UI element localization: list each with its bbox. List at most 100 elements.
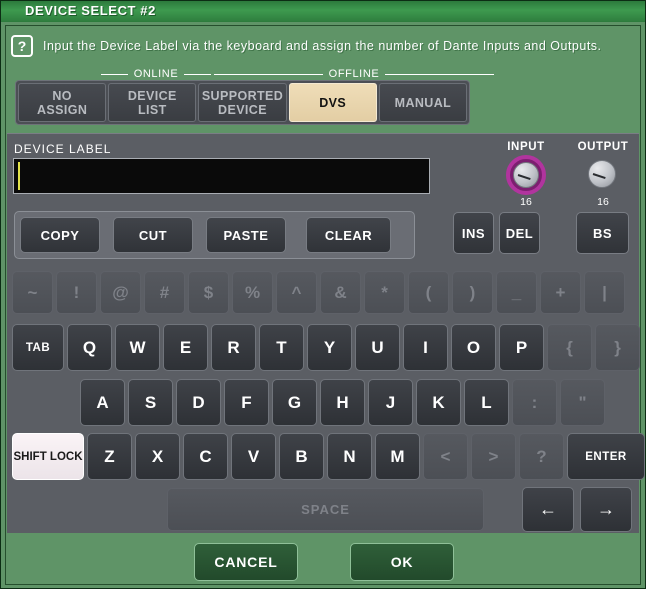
tab-no-assign-line1: NO xyxy=(52,88,72,103)
key-m[interactable]: M xyxy=(375,433,420,480)
ok-button[interactable]: OK xyxy=(350,543,454,581)
question-mark-icon: ? xyxy=(11,35,33,57)
key-o[interactable]: O xyxy=(451,324,496,371)
tab-manual-line1: MANUAL xyxy=(394,95,452,110)
group-label-online: ONLINE xyxy=(101,67,211,81)
key-k[interactable]: K xyxy=(416,379,461,426)
key-percent[interactable]: % xyxy=(232,271,273,314)
key-u[interactable]: U xyxy=(355,324,400,371)
key-g[interactable]: G xyxy=(272,379,317,426)
group-label-offline: OFFLINE xyxy=(214,67,494,81)
key-j[interactable]: J xyxy=(368,379,413,426)
tab-no-assign[interactable]: NO ASSIGN xyxy=(18,83,107,122)
backspace-button[interactable]: BS xyxy=(576,212,629,254)
output-knob-pointer xyxy=(592,173,606,179)
output-count-knob-group[interactable]: OUTPUT 16 xyxy=(575,141,631,208)
tab-device-list[interactable]: DEVICE LIST xyxy=(108,83,197,122)
key-caret[interactable]: ^ xyxy=(276,271,317,314)
input-knob-label: INPUT xyxy=(507,141,545,153)
cancel-button[interactable]: CANCEL xyxy=(194,543,298,581)
cut-button[interactable]: CUT xyxy=(113,217,193,253)
key-tab[interactable]: TAB xyxy=(12,324,64,371)
tab-supported-device-line1: SUPPORTED xyxy=(201,88,284,103)
key-d[interactable]: D xyxy=(176,379,221,426)
input-knob-pointer xyxy=(517,174,531,180)
clear-button[interactable]: CLEAR xyxy=(306,217,391,253)
tab-no-assign-line2: ASSIGN xyxy=(36,102,88,117)
key-n[interactable]: N xyxy=(327,433,372,480)
cursor-right-icon[interactable]: → xyxy=(580,487,632,532)
key-r[interactable]: R xyxy=(211,324,256,371)
key-colon[interactable]: : xyxy=(512,379,557,426)
key-shift-lock[interactable]: SHIFT LOCK xyxy=(12,433,84,480)
key-a[interactable]: A xyxy=(80,379,125,426)
keyboard-row-top: TAB Q W E R T Y U I O P { } xyxy=(12,324,640,371)
group-rule-left xyxy=(214,73,323,75)
paste-button[interactable]: PASTE xyxy=(206,217,286,253)
output-knob-label: OUTPUT xyxy=(577,141,629,153)
key-i[interactable]: I xyxy=(403,324,448,371)
key-c[interactable]: C xyxy=(183,433,228,480)
key-t[interactable]: T xyxy=(259,324,304,371)
key-brace-open[interactable]: { xyxy=(547,324,592,371)
keyboard-row-bottom: SHIFT LOCK Z X C V B N M < > ? ENTER xyxy=(12,433,645,480)
tab-device-list-line1: DEVICE xyxy=(127,88,177,103)
key-e[interactable]: E xyxy=(163,324,208,371)
key-asterisk[interactable]: * xyxy=(364,271,405,314)
device-select-dialog: DEVICE SELECT #2 ? Input the Device Labe… xyxy=(0,0,646,589)
input-count-knob-group[interactable]: INPUT 16 xyxy=(498,141,554,208)
key-brace-close[interactable]: } xyxy=(595,324,640,371)
key-pipe[interactable]: | xyxy=(584,271,625,314)
key-space[interactable]: SPACE xyxy=(167,488,484,531)
output-knob[interactable] xyxy=(583,155,623,195)
key-quote[interactable]: " xyxy=(560,379,605,426)
insert-button[interactable]: INS xyxy=(453,212,494,254)
keyboard-row-home: A S D F G H J K L : " xyxy=(80,379,605,426)
output-knob-value: 16 xyxy=(597,196,609,208)
group-label-online-text: ONLINE xyxy=(133,68,179,80)
key-y[interactable]: Y xyxy=(307,324,352,371)
key-hash[interactable]: # xyxy=(144,271,185,314)
key-z[interactable]: Z xyxy=(87,433,132,480)
key-b[interactable]: B xyxy=(279,433,324,480)
key-f[interactable]: F xyxy=(224,379,269,426)
cursor-left-icon[interactable]: ← xyxy=(522,487,574,532)
key-less-than[interactable]: < xyxy=(423,433,468,480)
tab-supported-device-line2: DEVICE xyxy=(218,102,267,117)
key-paren-open[interactable]: ( xyxy=(408,271,449,314)
key-exclaim[interactable]: ! xyxy=(56,271,97,314)
key-greater-than[interactable]: > xyxy=(471,433,516,480)
copy-button[interactable]: COPY xyxy=(20,217,100,253)
key-at[interactable]: @ xyxy=(100,271,141,314)
help-row: ? Input the Device Label via the keyboar… xyxy=(11,33,641,59)
key-question[interactable]: ? xyxy=(519,433,564,480)
key-s[interactable]: S xyxy=(128,379,173,426)
key-p[interactable]: P xyxy=(499,324,544,371)
device-label-caption: DEVICE LABEL xyxy=(14,142,112,156)
key-x[interactable]: X xyxy=(135,433,180,480)
tab-dvs[interactable]: DVS xyxy=(288,83,377,122)
key-v[interactable]: V xyxy=(231,433,276,480)
key-w[interactable]: W xyxy=(115,324,160,371)
tab-supported-device[interactable]: SUPPORTED DEVICE xyxy=(198,83,287,122)
window-titlebar: DEVICE SELECT #2 xyxy=(1,1,645,22)
input-knob[interactable] xyxy=(506,155,546,195)
input-knob-value: 16 xyxy=(520,196,532,208)
key-paren-close[interactable]: ) xyxy=(452,271,493,314)
key-enter[interactable]: ENTER xyxy=(567,433,645,480)
device-type-tabstrip: NO ASSIGN DEVICE LIST SUPPORTED DEVICE D… xyxy=(15,80,470,125)
group-rule-right xyxy=(385,73,494,75)
tab-dvs-line1: DVS xyxy=(319,95,347,110)
key-h[interactable]: H xyxy=(320,379,365,426)
key-l[interactable]: L xyxy=(464,379,509,426)
device-label-input[interactable] xyxy=(13,158,430,194)
key-q[interactable]: Q xyxy=(67,324,112,371)
key-tilde[interactable]: ~ xyxy=(12,271,53,314)
key-underscore[interactable]: _ xyxy=(496,271,537,314)
key-plus[interactable]: + xyxy=(540,271,581,314)
delete-button[interactable]: DEL xyxy=(499,212,540,254)
key-dollar[interactable]: $ xyxy=(188,271,229,314)
group-rule-left xyxy=(101,73,128,75)
tab-manual[interactable]: MANUAL xyxy=(378,83,468,122)
key-ampersand[interactable]: & xyxy=(320,271,361,314)
